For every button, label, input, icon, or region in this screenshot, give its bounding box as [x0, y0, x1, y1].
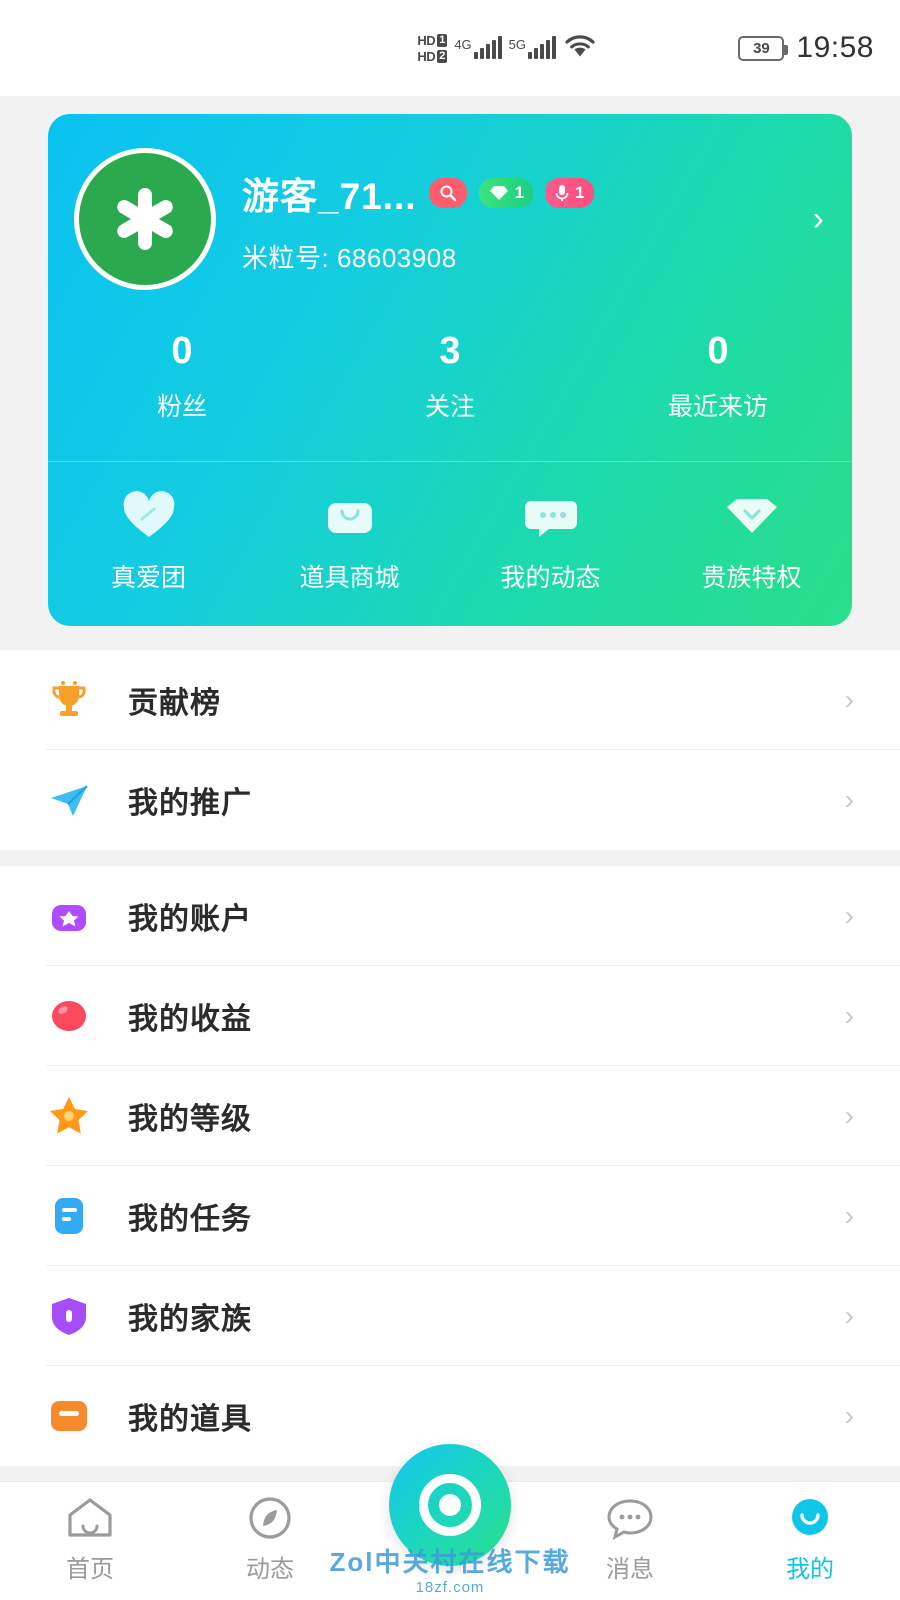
tab-profile[interactable]: 我的: [720, 1493, 900, 1600]
paper-plane-icon: [46, 777, 92, 823]
profile-stats: 0 粉丝 3 关注 0 最近来访: [48, 330, 852, 423]
stat-following[interactable]: 3 关注: [316, 330, 584, 423]
shield-icon: [46, 1293, 92, 1339]
chevron-right-icon: ›: [844, 900, 854, 931]
menu-group-2: 我的账户 › 我的收益 › 我的等级 › 我的任务 › 我的家族 › 我的道具 …: [0, 866, 900, 1466]
menu-item-contribution-board[interactable]: 贡献榜 ›: [0, 650, 900, 750]
menu-item-label: 我的道具: [128, 1403, 252, 1436]
chevron-right-icon: ›: [844, 684, 854, 715]
mic-level-badge[interactable]: 1: [545, 178, 594, 208]
quick-action-noble-privilege[interactable]: 贵族特权: [651, 490, 852, 594]
quick-actions: 真爱团 道具商城 我的动态 贵族特权: [48, 462, 852, 594]
mic-icon: [555, 185, 569, 201]
quick-action-true-love[interactable]: 真爱团: [48, 490, 249, 594]
menu-item-label: 我的等级: [128, 1103, 252, 1136]
clock: 19:58: [796, 31, 874, 64]
menu-item-label: 我的账户: [128, 903, 252, 936]
username: 游客_71...: [242, 176, 417, 217]
menu-item-my-level[interactable]: 我的等级 ›: [0, 1066, 900, 1166]
chevron-right-icon: ›: [844, 1200, 854, 1231]
heart-icon: [48, 490, 249, 542]
chevron-right-icon: ›: [844, 784, 854, 815]
hd1-icon: HD 1: [417, 32, 448, 48]
gem-icon: [651, 490, 852, 542]
profile-card[interactable]: 游客_71... 1 1 米粒号: 68603908 › 0 粉丝 3 关注 0…: [48, 114, 852, 626]
message-icon: [540, 1493, 720, 1543]
coin-icon: [46, 993, 92, 1039]
watermark: Zol中关村在线下载 18zf.com: [329, 1547, 571, 1596]
compass-icon: [180, 1493, 360, 1543]
stat-fans[interactable]: 0 粉丝: [48, 330, 316, 423]
trophy-icon: [46, 677, 92, 723]
tab-home[interactable]: 首页: [0, 1493, 180, 1600]
profile-header[interactable]: 游客_71... 1 1 米粒号: 68603908 ›: [48, 114, 852, 290]
search-badge-icon[interactable]: [428, 178, 467, 208]
menu-item-label: 我的家族: [128, 1303, 252, 1336]
menu-group-1: 贡献榜 › 我的推广 ›: [0, 650, 900, 850]
hd-indicators: HD 1 HD 2: [417, 32, 448, 64]
battery-icon: 39: [738, 35, 789, 61]
chat-bubble-icon: [450, 490, 651, 542]
wallet-icon: [46, 893, 92, 939]
menu-item-my-tasks[interactable]: 我的任务 ›: [0, 1166, 900, 1266]
identity-block: 游客_71... 1 1 米粒号: 68603908: [242, 148, 594, 275]
profile-chevron-right-icon[interactable]: ›: [813, 200, 824, 239]
chevron-right-icon: ›: [844, 1300, 854, 1331]
profile-icon: [720, 1493, 900, 1543]
name-row: 游客_71... 1 1: [242, 166, 594, 220]
menu-item-my-account[interactable]: 我的账户 ›: [0, 866, 900, 966]
menu-item-label: 我的任务: [128, 1203, 252, 1236]
star-icon: [46, 1093, 92, 1139]
menu-item-my-family[interactable]: 我的家族 ›: [0, 1266, 900, 1366]
phone-screen: HD 1 HD 2 4G 5G 39 19:58 游客_71... 1 1 米粒…: [0, 0, 900, 1600]
chevron-right-icon: ›: [844, 1000, 854, 1031]
box-icon: [46, 1393, 92, 1439]
status-bar: HD 1 HD 2 4G 5G 39 19:58: [0, 0, 900, 96]
status-bar-indicators: HD 1 HD 2 4G 5G: [417, 33, 597, 64]
signal-1-icon: 4G: [454, 36, 502, 59]
stat-recent-visits[interactable]: 0 最近来访: [584, 330, 852, 423]
mili-id: 米粒号: 68603908: [242, 243, 457, 273]
signal-2-icon: 5G: [509, 36, 556, 59]
chevron-right-icon: ›: [844, 1100, 854, 1131]
status-bar-right: 39 19:58: [738, 31, 874, 65]
bottom-tab-bar: 首页 动态 消息 我的 Zol中关村在线下载 18zf.com: [0, 1444, 900, 1600]
menu-item-label: 我的推广: [128, 787, 252, 820]
quick-action-my-feed[interactable]: 我的动态: [450, 490, 651, 594]
menu-item-label: 贡献榜: [128, 687, 221, 720]
quick-action-item-shop[interactable]: 道具商城: [249, 490, 450, 594]
avatar[interactable]: [74, 148, 216, 290]
group-separator: [0, 850, 900, 866]
diamond-level-badge[interactable]: 1: [478, 178, 534, 208]
menu-item-my-promotion[interactable]: 我的推广 ›: [0, 750, 900, 850]
shop-bag-icon: [249, 490, 450, 542]
hd2-icon: HD 2: [417, 48, 448, 64]
wifi-icon: [563, 33, 597, 64]
menu-item-my-earnings[interactable]: 我的收益 ›: [0, 966, 900, 1066]
diamond-icon: [489, 186, 508, 200]
chevron-right-icon: ›: [844, 1400, 854, 1431]
home-icon: [0, 1493, 180, 1543]
task-icon: [46, 1193, 92, 1239]
menu-item-label: 我的收益: [128, 1003, 252, 1036]
